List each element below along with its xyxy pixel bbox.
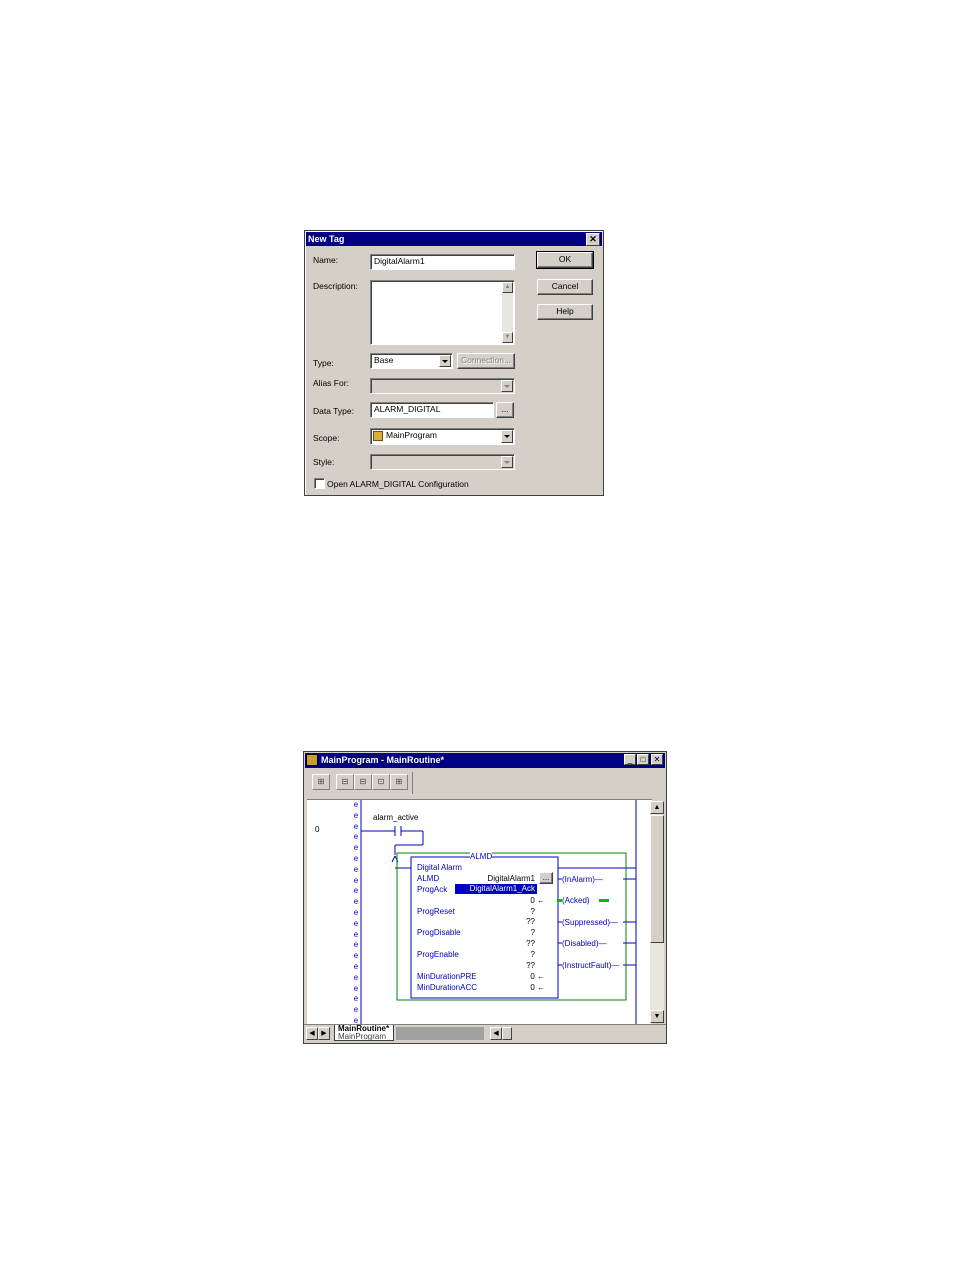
- chevron-down-icon[interactable]: [501, 456, 513, 468]
- tab-strip-empty: [396, 1027, 484, 1040]
- open-config-label: Open ALARM_DIGITAL Configuration: [327, 479, 469, 489]
- block-title: Digital Alarm: [417, 863, 462, 872]
- block-name: ALMD: [470, 852, 493, 861]
- param-progenable-ref: ??: [526, 961, 535, 970]
- output-suppressed-label: Suppressed: [564, 918, 608, 927]
- param-progack-ref: 0 ←: [530, 896, 545, 905]
- param-progreset: ProgReset: [417, 907, 455, 916]
- scope-label: Scope:: [313, 433, 340, 443]
- param-progreset-ref: ??: [526, 917, 535, 926]
- toolbar-divider: [412, 772, 413, 794]
- scope-value: MainProgram: [386, 430, 438, 440]
- param-progack: ProgAck: [417, 885, 448, 894]
- param-progdisable-ref: ??: [526, 939, 535, 948]
- output-acked-label: Acked: [564, 896, 587, 905]
- bottom-bar: ◀ ▶ MainRoutine* MainProgram ◀: [304, 1024, 666, 1043]
- main-routine-window: MainProgram - MainRoutine* _ □ ✕ ⊞ ⊟ ⊟ ⊡…: [303, 751, 667, 1044]
- dialog-title: New Tag: [306, 232, 602, 246]
- param-almd: ALMD: [417, 874, 440, 883]
- chevron-down-icon[interactable]: [501, 430, 513, 443]
- ok-button[interactable]: OK: [536, 251, 594, 269]
- scroll-up-icon[interactable]: ▲: [650, 801, 664, 814]
- block-browse-button[interactable]: ...: [539, 872, 553, 884]
- description-label: Description:: [313, 281, 358, 291]
- hscroll-left-icon[interactable]: ◀: [490, 1027, 502, 1040]
- scope-select[interactable]: MainProgram: [370, 428, 515, 445]
- toolbar-xio-icon[interactable]: ⊞: [390, 774, 408, 790]
- scroll-thumb[interactable]: [650, 815, 664, 943]
- scroll-down-icon[interactable]: ▼: [650, 1010, 664, 1023]
- param-progenable: ProgEnable: [417, 950, 459, 959]
- rung-markers: eeeeeeeeeeeeeeeeeeeee: [353, 800, 359, 1024]
- window-title-text: MainProgram - MainRoutine*: [321, 755, 445, 765]
- tab-mainroutine[interactable]: MainRoutine* MainProgram: [334, 1025, 394, 1041]
- rung-number: 0: [315, 825, 320, 834]
- description-field[interactable]: ▲ ▼: [370, 280, 515, 345]
- output-disabled-label: Disabled: [564, 939, 596, 948]
- data-type-field[interactable]: ALARM_DIGITAL: [370, 402, 494, 418]
- param-mindurationacc: MinDurationACC: [417, 983, 478, 992]
- minimize-icon[interactable]: _: [624, 754, 636, 765]
- alias-for-label: Alias For:: [313, 378, 349, 388]
- scroll-up-icon[interactable]: ▲: [502, 282, 513, 293]
- routine-icon: [306, 754, 318, 766]
- help-button[interactable]: Help: [537, 304, 593, 320]
- output-acked[interactable]: (Acked): [562, 896, 590, 905]
- close-icon[interactable]: ✕: [651, 754, 663, 765]
- close-icon[interactable]: ✕: [586, 233, 600, 246]
- param-progenable-value[interactable]: ?: [487, 950, 535, 959]
- tab-scroll-right-icon[interactable]: ▶: [318, 1027, 330, 1040]
- output-inalarm-label: InAlarm: [564, 875, 593, 884]
- param-mindurationpre-value[interactable]: 0 ←: [487, 972, 545, 981]
- contact-tag[interactable]: alarm_active: [373, 813, 418, 822]
- param-progack-value[interactable]: DigitalAlarm1_Ack: [455, 884, 537, 894]
- vertical-scrollbar[interactable]: ▲ ▼: [650, 801, 664, 1023]
- type-value: Base: [374, 355, 394, 365]
- data-type-label: Data Type:: [313, 406, 354, 416]
- open-config-checkbox[interactable]: [314, 478, 325, 489]
- param-progreset-value[interactable]: ?: [487, 907, 535, 916]
- new-tag-dialog: New Tag ✕ Name: DigitalAlarm1 Descriptio…: [304, 230, 604, 496]
- tab-sublabel: MainProgram: [338, 1032, 387, 1041]
- scroll-down-icon[interactable]: ▼: [502, 332, 513, 343]
- param-almd-value[interactable]: DigitalAlarm1: [487, 874, 535, 883]
- tab-scroll-left-icon[interactable]: ◀: [306, 1027, 318, 1040]
- connection-button[interactable]: Connection...: [457, 353, 515, 369]
- param-progdisable: ProgDisable: [417, 928, 461, 937]
- name-label: Name:: [313, 255, 339, 265]
- name-field[interactable]: DigitalAlarm1: [370, 254, 515, 270]
- output-instructfault[interactable]: (InstructFault)—: [562, 961, 619, 970]
- toolbar-branch-level-icon[interactable]: ⊟: [354, 774, 372, 790]
- maximize-icon[interactable]: □: [637, 754, 649, 765]
- output-inalarm[interactable]: (InAlarm)—: [562, 875, 603, 884]
- output-instructfault-label: InstructFault: [564, 961, 609, 970]
- type-label: Type:: [313, 358, 334, 368]
- hscroll-thumb[interactable]: [502, 1027, 512, 1040]
- cancel-button[interactable]: Cancel: [537, 279, 593, 295]
- data-type-browse-button[interactable]: ...: [496, 402, 514, 418]
- chevron-down-icon[interactable]: [501, 380, 513, 392]
- toolbar-xic-icon[interactable]: ⊡: [372, 774, 390, 790]
- output-disabled[interactable]: (Disabled)—: [562, 939, 606, 948]
- toolbar-branch-icon[interactable]: ⊟: [336, 774, 354, 790]
- window-title: MainProgram - MainRoutine*: [305, 753, 665, 768]
- param-mindurationacc-value[interactable]: 0 ←: [487, 983, 545, 992]
- alias-for-select[interactable]: [370, 378, 515, 394]
- ladder-editor[interactable]: eeeeeeeeeeeeeeeeeeeee 0 alarm_active ALM…: [307, 799, 652, 1024]
- chevron-down-icon[interactable]: [439, 355, 451, 367]
- style-select[interactable]: [370, 454, 515, 470]
- folder-icon: [373, 431, 383, 441]
- param-progdisable-value[interactable]: ?: [487, 928, 535, 937]
- output-suppressed[interactable]: (Suppressed)—: [562, 918, 618, 927]
- param-mindurationpre: MinDurationPRE: [417, 972, 477, 981]
- toolbar-rung-icon[interactable]: ⊞: [312, 774, 330, 790]
- type-select[interactable]: Base: [370, 353, 453, 369]
- style-label: Style:: [313, 457, 335, 467]
- description-scrollbar[interactable]: ▲ ▼: [502, 282, 513, 343]
